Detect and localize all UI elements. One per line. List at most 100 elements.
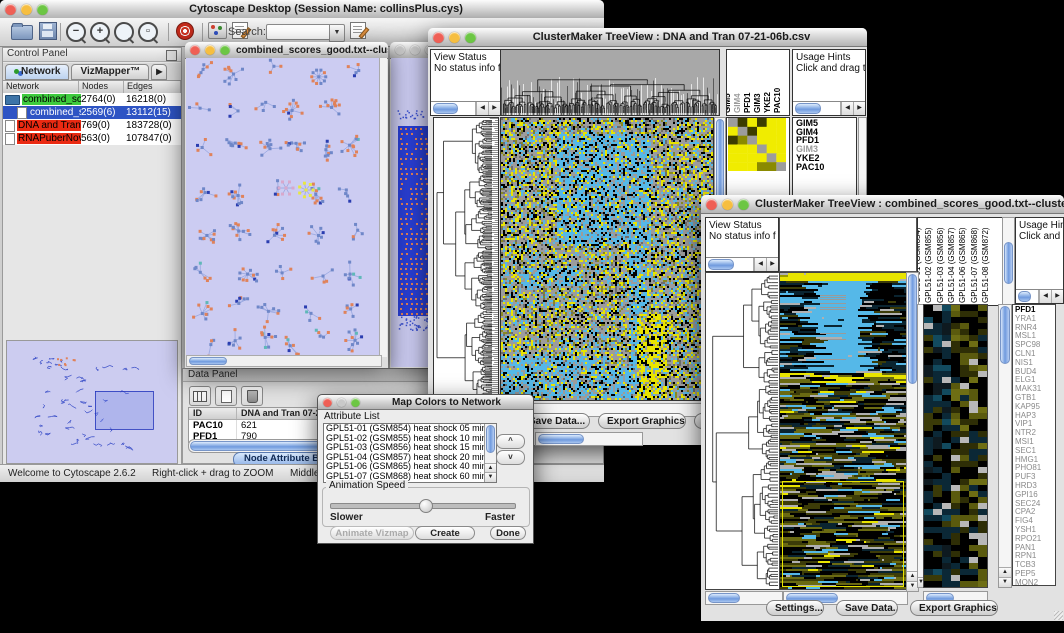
slider-thumb[interactable] — [419, 499, 433, 513]
column-label[interactable]: GPL51-07 (GSM868) — [970, 227, 979, 303]
close-icon[interactable] — [433, 32, 444, 43]
export-graphics-button[interactable]: Export Graphics... — [598, 413, 686, 429]
bottom-mini-hscrollbar[interactable] — [535, 432, 643, 446]
minimize-icon[interactable] — [205, 45, 215, 55]
mini-hscrollbar[interactable]: ◀▶ — [431, 101, 500, 115]
zoom-out-icon[interactable]: − — [66, 22, 86, 42]
move-down-button[interactable]: v — [496, 450, 525, 465]
scrollbar-thumb[interactable] — [1018, 291, 1031, 302]
save-icon[interactable] — [39, 22, 57, 40]
network-list-row[interactable]: DNA and Tran 07769(0)183728(0) — [3, 119, 181, 132]
maximize-icon[interactable] — [37, 4, 48, 15]
maximize-icon[interactable] — [351, 398, 360, 407]
tab-overflow-arrow[interactable]: ▶ — [151, 64, 167, 80]
row-dendrogram-canvas[interactable] — [705, 272, 781, 590]
scrollbar-thumb[interactable] — [908, 274, 917, 384]
close-icon[interactable] — [190, 45, 200, 55]
column-dendrogram-area[interactable] — [779, 217, 917, 272]
column-header-id[interactable]: ID — [189, 408, 237, 419]
scrollbar-thumb[interactable] — [189, 357, 227, 365]
column-label[interactable]: GPL51-02 (GSM855) — [924, 227, 933, 303]
search-input[interactable] — [266, 24, 330, 40]
close-icon[interactable] — [395, 45, 405, 55]
new-attribute-icon[interactable] — [215, 386, 237, 406]
global-heatmap-canvas[interactable] — [500, 117, 714, 401]
delete-attribute-icon[interactable] — [241, 386, 263, 406]
scroll-right-icon[interactable]: ▶ — [488, 102, 500, 115]
settings-button[interactable]: Settings... — [766, 600, 824, 616]
row-dendrogram-canvas[interactable] — [433, 117, 499, 401]
treeview1-title-bar[interactable]: ClusterMaker TreeView : DNA and Tran 07-… — [428, 28, 867, 47]
mini-hscrollbar[interactable]: ◀▶ — [1016, 289, 1063, 303]
network-hscrollbar[interactable] — [186, 355, 382, 367]
minimize-icon[interactable] — [21, 4, 32, 15]
close-icon[interactable] — [5, 4, 16, 15]
column-label[interactable]: GPL51-03 (GSM856) — [936, 227, 945, 303]
help-ring-icon[interactable] — [176, 22, 194, 40]
scroll-left-icon[interactable]: ◀ — [476, 102, 488, 115]
scroll-left-icon[interactable]: ◀ — [754, 258, 766, 271]
network-list-row[interactable]: combined_sco2569(6)13112(15) — [3, 106, 181, 119]
column-label[interactable]: PAC10 — [773, 88, 782, 113]
open-folder-icon[interactable] — [11, 25, 33, 40]
network-list-row[interactable]: combined_scores2764(0)16218(0) — [3, 93, 181, 106]
main-title-bar[interactable]: Cytoscape Desktop (Session Name: collins… — [0, 0, 604, 19]
zoom-in-icon[interactable]: + — [90, 22, 110, 42]
network-vscrollbar[interactable] — [379, 58, 387, 357]
plugin-manager-icon[interactable] — [208, 22, 227, 39]
save-data-button[interactable]: Save Data... — [836, 600, 898, 616]
scroll-down-icon[interactable]: ▼ — [999, 577, 1011, 587]
search-combo-arrow-icon[interactable]: ▼ — [329, 24, 345, 42]
column-label[interactable]: GIM4 — [733, 93, 742, 113]
zoom-fit-icon[interactable]: ▫ — [138, 22, 158, 42]
scrollbar-thumb[interactable] — [1000, 306, 1010, 364]
maximize-icon[interactable] — [220, 45, 230, 55]
gene-label[interactable]: MON2 — [1015, 579, 1055, 586]
export-graphics-button[interactable]: Export Graphics... — [910, 600, 998, 616]
network-overview-canvas[interactable] — [6, 340, 178, 464]
network1-title-bar[interactable]: combined_scores_good.txt--cluste... — [185, 42, 388, 59]
row-label[interactable]: PAC10 — [796, 163, 856, 172]
mini-hscrollbar[interactable]: ◀▶ — [793, 101, 865, 115]
column-label[interactable]: GPL51-08 (GSM872) — [981, 227, 990, 303]
scroll-down-icon[interactable]: ▼ — [485, 472, 496, 482]
minimize-icon[interactable] — [410, 45, 420, 55]
minimize-icon[interactable] — [337, 398, 346, 407]
scrollbar-thumb[interactable] — [795, 103, 821, 114]
float-panel-icon[interactable] — [166, 50, 177, 61]
tab-vizmapper[interactable]: VizMapper™ — [71, 64, 149, 80]
animation-speed-slider[interactable] — [330, 503, 516, 509]
column-label[interactable]: GPL51-04 (GSM857) — [947, 227, 956, 303]
tab-network[interactable]: Network — [5, 64, 69, 80]
list-vscrollbar[interactable]: ▲ ▼ — [484, 424, 496, 482]
minimize-icon[interactable] — [722, 199, 733, 210]
scrollbar-thumb[interactable] — [486, 425, 495, 453]
scroll-right-icon[interactable]: ▶ — [1051, 290, 1063, 303]
column-label[interactable]: GPL51-06 (GSM865) — [958, 227, 967, 303]
donebutton[interactable]: Done — [490, 526, 526, 540]
scrollbar-thumb[interactable] — [433, 103, 458, 114]
close-icon[interactable] — [706, 199, 717, 210]
scroll-right-icon[interactable]: ▶ — [766, 258, 778, 271]
scrollbar-thumb[interactable] — [708, 259, 734, 270]
maximize-icon[interactable] — [465, 32, 476, 43]
network-list-row[interactable]: RNAPuberNov2+563(0)107847(0) — [3, 132, 181, 145]
scroll-right-icon[interactable]: ▶ — [853, 102, 865, 115]
dialog-title-bar[interactable]: Map Colors to Network — [318, 395, 533, 410]
network-view-canvas[interactable] — [186, 58, 380, 356]
column-label[interactable]: YKE2 — [763, 92, 772, 113]
labels-vscrollbar[interactable] — [1002, 217, 1015, 306]
global-heatmap-canvas[interactable] — [779, 272, 908, 590]
scroll-left-icon[interactable]: ◀ — [841, 102, 853, 115]
scrollbar-thumb[interactable] — [708, 593, 740, 603]
zoom-selected-icon[interactable] — [114, 22, 134, 42]
scroll-up-icon[interactable]: ▲ — [999, 567, 1011, 577]
attribute-editor-icon[interactable] — [350, 22, 366, 39]
move-up-button[interactable]: ^ — [496, 434, 525, 449]
zoom-heatmap-canvas[interactable] — [923, 304, 988, 588]
scrollbar-thumb[interactable] — [1004, 242, 1013, 284]
column-label[interactable]: GIM3 — [753, 93, 762, 113]
treeview2-title-bar[interactable]: ClusterMaker TreeView : combined_scores_… — [701, 195, 1064, 214]
minimize-icon[interactable] — [449, 32, 460, 43]
mini-hscrollbar[interactable]: ◀▶ — [706, 257, 778, 271]
